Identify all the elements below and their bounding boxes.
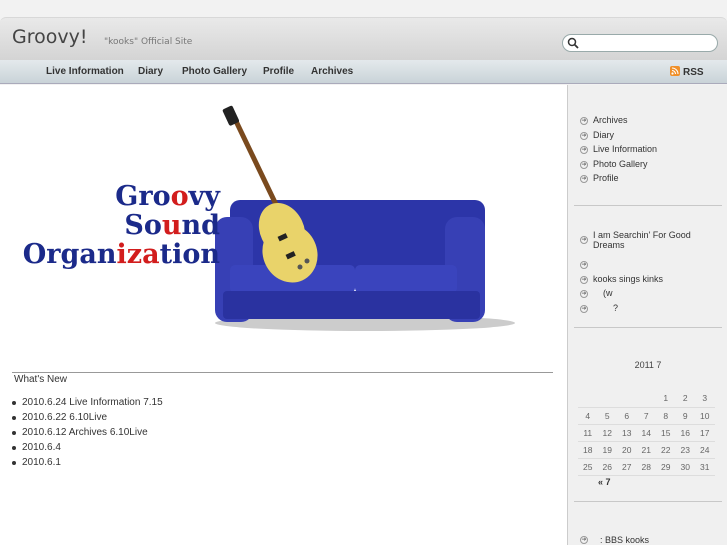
- banner-logo-text: Groovy Sound Organization: [22, 181, 220, 270]
- calendar-day: 4: [578, 407, 598, 425]
- arrow-icon: ➜: [580, 261, 588, 269]
- recent-post-item[interactable]: ➜ ?: [580, 303, 720, 318]
- calendar-week-row: 4 5 6 7 8 9 10: [578, 407, 715, 425]
- calendar-day: 27: [617, 458, 637, 476]
- calendar-day: 25: [578, 458, 598, 476]
- news-list: 2010.6.24 Live Information 7.15 2010.6.2…: [12, 397, 163, 472]
- search-input[interactable]: [581, 36, 711, 50]
- page: Groovy! "kooks" Official Site Live Infor…: [0, 0, 727, 545]
- arrow-icon: ➜: [580, 175, 588, 183]
- calendar-day: 5: [597, 407, 617, 425]
- arrow-icon: ➜: [580, 275, 588, 284]
- calendar-day: 16: [675, 424, 695, 442]
- calendar-week-row: 11 12 13 14 15 16 17: [578, 424, 715, 442]
- calendar-day: 24: [695, 441, 715, 459]
- sidebar-divider: [574, 327, 722, 328]
- category-item[interactable]: ➜ Diary: [580, 130, 657, 145]
- arrow-icon: ➜: [580, 117, 588, 125]
- calendar-day: 14: [636, 424, 656, 442]
- calendar-day: 26: [597, 458, 617, 476]
- news-item[interactable]: 2010.6.24 Live Information 7.15: [12, 397, 163, 412]
- calendar-day: 31: [695, 458, 715, 476]
- calendar-day: [597, 390, 617, 408]
- arrow-icon: ➜: [580, 304, 588, 313]
- category-item[interactable]: ➜ Profile: [580, 173, 657, 188]
- calendar-day: 17: [695, 424, 715, 442]
- search-box[interactable]: [562, 34, 718, 52]
- arrow-icon: ➜: [580, 290, 588, 298]
- recent-post-item[interactable]: ➜ (w: [580, 288, 720, 303]
- calendar-prev-month-link[interactable]: « 7: [598, 477, 611, 487]
- nav-diary[interactable]: Diary: [138, 66, 163, 77]
- rss-link[interactable]: RSS: [670, 66, 704, 78]
- calendar-week-row: 25 26 27 28 29 30 31: [578, 458, 715, 476]
- arrow-icon: ➜: [580, 160, 588, 169]
- nav-archives[interactable]: Archives: [311, 66, 353, 77]
- bbs-link[interactable]: ➜: BBS kooks: [580, 535, 649, 545]
- nav-live-information[interactable]: Live Information: [46, 66, 124, 77]
- nav-profile[interactable]: Profile: [263, 66, 294, 77]
- calendar-day: 19: [597, 441, 617, 459]
- category-item[interactable]: ➜ Archives: [580, 115, 657, 130]
- category-item[interactable]: ➜ Live Information: [580, 144, 657, 159]
- calendar-day: [636, 390, 656, 408]
- recent-post-item[interactable]: ➜ kooks sings kinks: [580, 274, 720, 289]
- whats-new-heading: What's New: [14, 374, 68, 385]
- recent-posts-list: ➜ I am Searchin' For Good Dreams ➜ ➜ kooks…: [580, 230, 720, 317]
- calendar-day: 2: [675, 390, 695, 408]
- calendar-day: 23: [675, 441, 695, 459]
- calendar-day: 15: [656, 424, 676, 442]
- arrow-icon: ➜: [580, 236, 588, 244]
- calendar-day: 10: [695, 407, 715, 425]
- category-item[interactable]: ➜ Photo Gallery: [580, 159, 657, 174]
- news-item[interactable]: 2010.6.22 6.10Live: [12, 412, 163, 427]
- rss-icon: [670, 66, 680, 76]
- calendar-day: 7: [636, 407, 656, 425]
- news-item[interactable]: 2010.6.4: [12, 442, 163, 457]
- rss-label: RSS: [683, 67, 704, 78]
- sidebar-divider: [574, 501, 722, 502]
- calendar: 1 2 3 4 5 6 7 8 9 10 11 12 13 14 15 16 17 18 19 20 21 22 23 24 2…: [578, 390, 715, 476]
- calendar-day: 9: [675, 407, 695, 425]
- calendar-day: 22: [656, 441, 676, 459]
- calendar-title: 2011 7: [634, 360, 662, 370]
- sidebar-divider: [574, 205, 722, 206]
- arrow-icon: ➜: [580, 146, 588, 154]
- nav-photo-gallery[interactable]: Photo Gallery: [182, 66, 247, 77]
- site-title[interactable]: Groovy!: [12, 26, 87, 48]
- calendar-day: 8: [656, 407, 676, 425]
- sidebar: ➜ Archives ➜ Diary ➜ Live Information ➜ Phot…: [567, 85, 727, 545]
- calendar-day: 29: [656, 458, 676, 476]
- calendar-day: 18: [578, 441, 598, 459]
- calendar-day: 20: [617, 441, 637, 459]
- site-description: "kooks" Official Site: [104, 37, 193, 47]
- nav-bar: Live Information Diary Photo Gallery Pro…: [0, 60, 727, 84]
- calendar-day: 13: [617, 424, 637, 442]
- calendar-day: [617, 390, 637, 408]
- arrow-icon: ➜: [580, 131, 588, 140]
- calendar-day: 30: [675, 458, 695, 476]
- banner: Groovy Sound Organization: [20, 105, 540, 340]
- recent-post-item[interactable]: ➜ I am Searchin' For Good Dreams: [580, 230, 720, 259]
- calendar-day: [578, 390, 598, 408]
- category-list: ➜ Archives ➜ Diary ➜ Live Information ➜ Phot…: [580, 115, 657, 188]
- calendar-day: 12: [597, 424, 617, 442]
- calendar-week-row: 123: [578, 390, 715, 408]
- header: Groovy! "kooks" Official Site: [0, 17, 727, 60]
- calendar-day: 1: [656, 390, 676, 408]
- main-content: Groovy Sound Organization What's New 201…: [0, 85, 567, 545]
- news-item[interactable]: 2010.6.12 Archives 6.10Live: [12, 427, 163, 442]
- calendar-day: 11: [578, 424, 598, 442]
- section-divider: [12, 372, 553, 373]
- calendar-day: 3: [695, 390, 715, 408]
- arrow-icon: ➜: [580, 536, 588, 544]
- calendar-day: 21: [636, 441, 656, 459]
- calendar-day: 6: [617, 407, 637, 425]
- recent-post-item[interactable]: ➜: [580, 259, 720, 274]
- news-item[interactable]: 2010.6.1: [12, 457, 163, 472]
- calendar-week-row: 18 19 20 21 22 23 24: [578, 441, 715, 459]
- calendar-day: 28: [636, 458, 656, 476]
- search-icon[interactable]: [567, 37, 579, 49]
